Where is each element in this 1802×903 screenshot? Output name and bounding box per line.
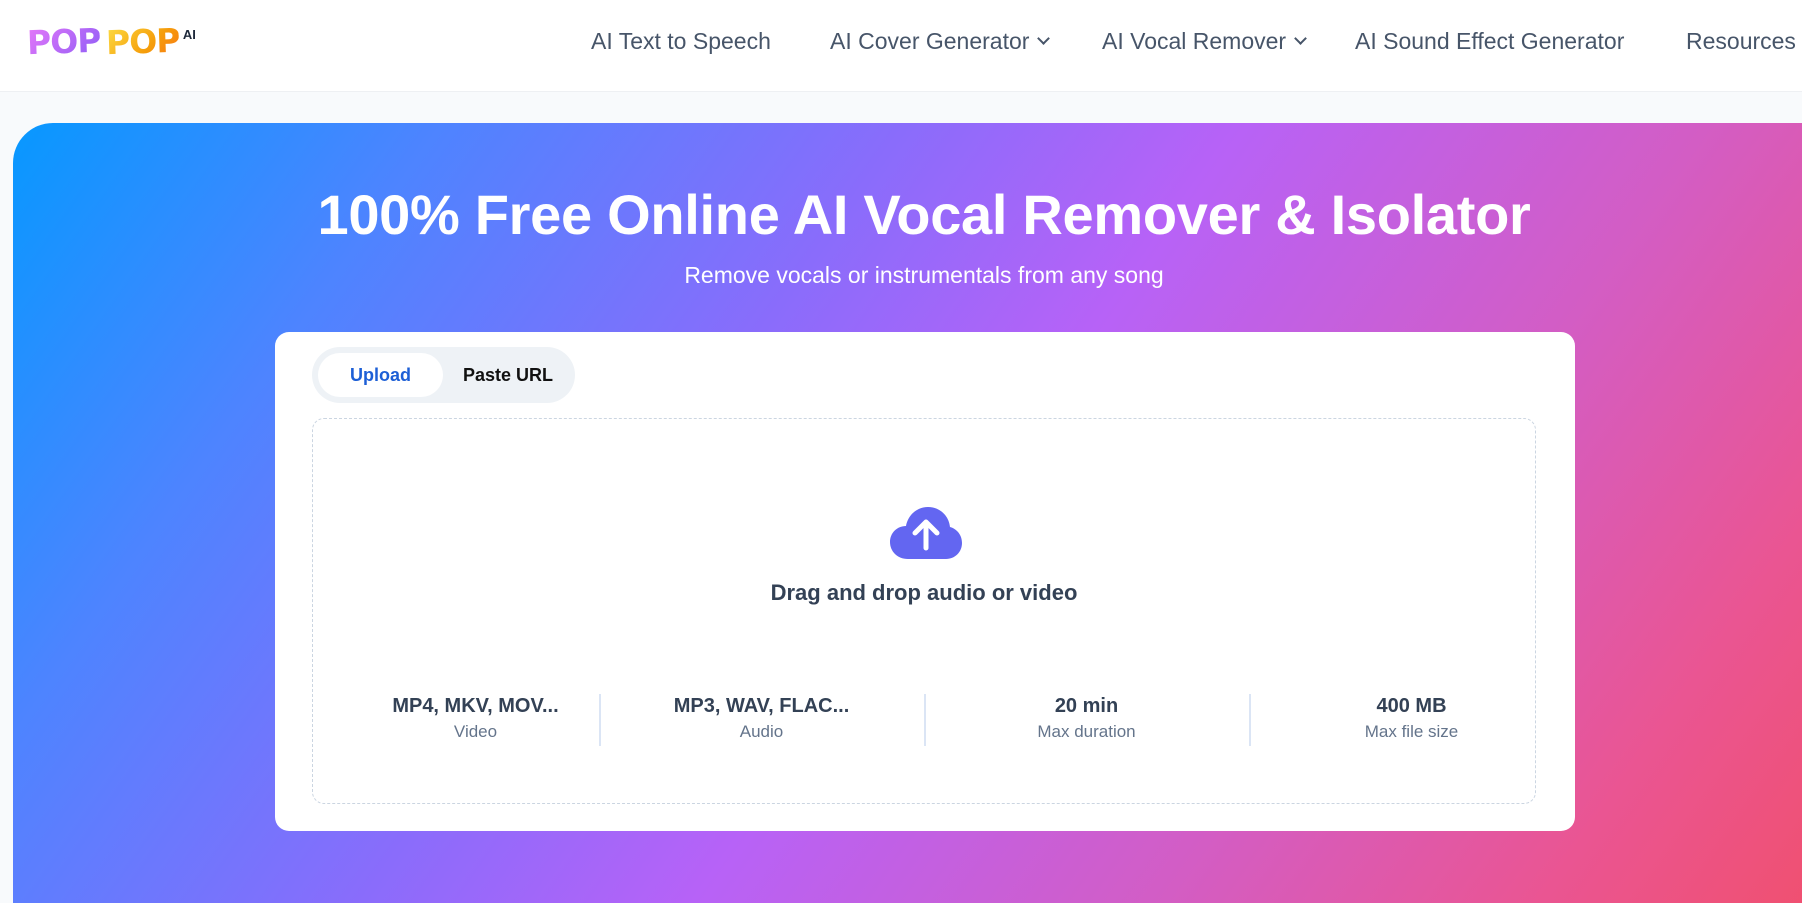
- stat-label: Audio: [739, 722, 784, 741]
- stat-label: Max file size: [1364, 722, 1459, 741]
- upload-mode-tabs: Upload Paste URL: [312, 347, 575, 403]
- nav-ai-vocal-remover[interactable]: AI Vocal Remover: [1102, 28, 1307, 55]
- nav-label: AI Text to Speech: [591, 28, 771, 54]
- nav-ai-sound-effect-generator[interactable]: AI Sound Effect Generator: [1355, 28, 1624, 55]
- nav-label: AI Sound Effect Generator: [1355, 28, 1625, 54]
- logo-word-1: POP: [26, 20, 102, 63]
- stat-audio-formats: MP3, WAV, FLAC... Audio: [599, 693, 924, 745]
- logo-word-2: POP: [105, 20, 181, 63]
- nav-label: Resources: [1686, 28, 1796, 54]
- file-dropzone[interactable]: Drag and drop audio or video MP4, MKV, M…: [312, 418, 1536, 804]
- logo-ai-suffix: AI: [182, 27, 196, 42]
- stat-label: Max duration: [1037, 722, 1136, 741]
- nav-label: AI Cover Generator: [830, 28, 1030, 54]
- dropzone-instruction: Drag and drop audio or video: [770, 580, 1078, 605]
- nav-label: AI Vocal Remover: [1102, 28, 1287, 54]
- stat-max-file-size: 400 MB Max file size: [1249, 693, 1574, 745]
- stat-video-formats: MP4, MKV, MOV... Video: [313, 693, 638, 745]
- stat-value: 20 min: [1054, 695, 1119, 717]
- page-title: 100% Free Online AI Vocal Remover & Isol…: [317, 183, 1531, 246]
- nav-ai-cover-generator[interactable]: AI Cover Generator: [830, 28, 1051, 55]
- tab-upload[interactable]: Upload: [318, 353, 443, 397]
- stat-max-duration: 20 min Max duration: [924, 693, 1249, 745]
- site-header: POP POP AI AI Text to Speech AI Cover Ge…: [0, 0, 1802, 92]
- nav-resources[interactable]: Resources: [1686, 28, 1796, 55]
- stat-value: MP3, WAV, FLAC...: [673, 695, 850, 717]
- stat-value: MP4, MKV, MOV...: [392, 695, 559, 717]
- poppop-ai-logo[interactable]: POP POP AI: [26, 20, 196, 63]
- chevron-down-icon: [1037, 32, 1051, 45]
- stat-label: Video: [453, 722, 498, 741]
- stat-value: 400 MB: [1376, 695, 1447, 717]
- chevron-down-icon: [1294, 32, 1307, 45]
- upload-card: Upload Paste URL Drag and drop audio or …: [275, 332, 1575, 831]
- page-subtitle: Remove vocals or instrumentals from any …: [684, 262, 1164, 288]
- nav-ai-text-to-speech[interactable]: AI Text to Speech: [591, 28, 771, 55]
- cloud-upload-icon: [890, 507, 962, 559]
- tab-paste-url[interactable]: Paste URL: [447, 353, 569, 397]
